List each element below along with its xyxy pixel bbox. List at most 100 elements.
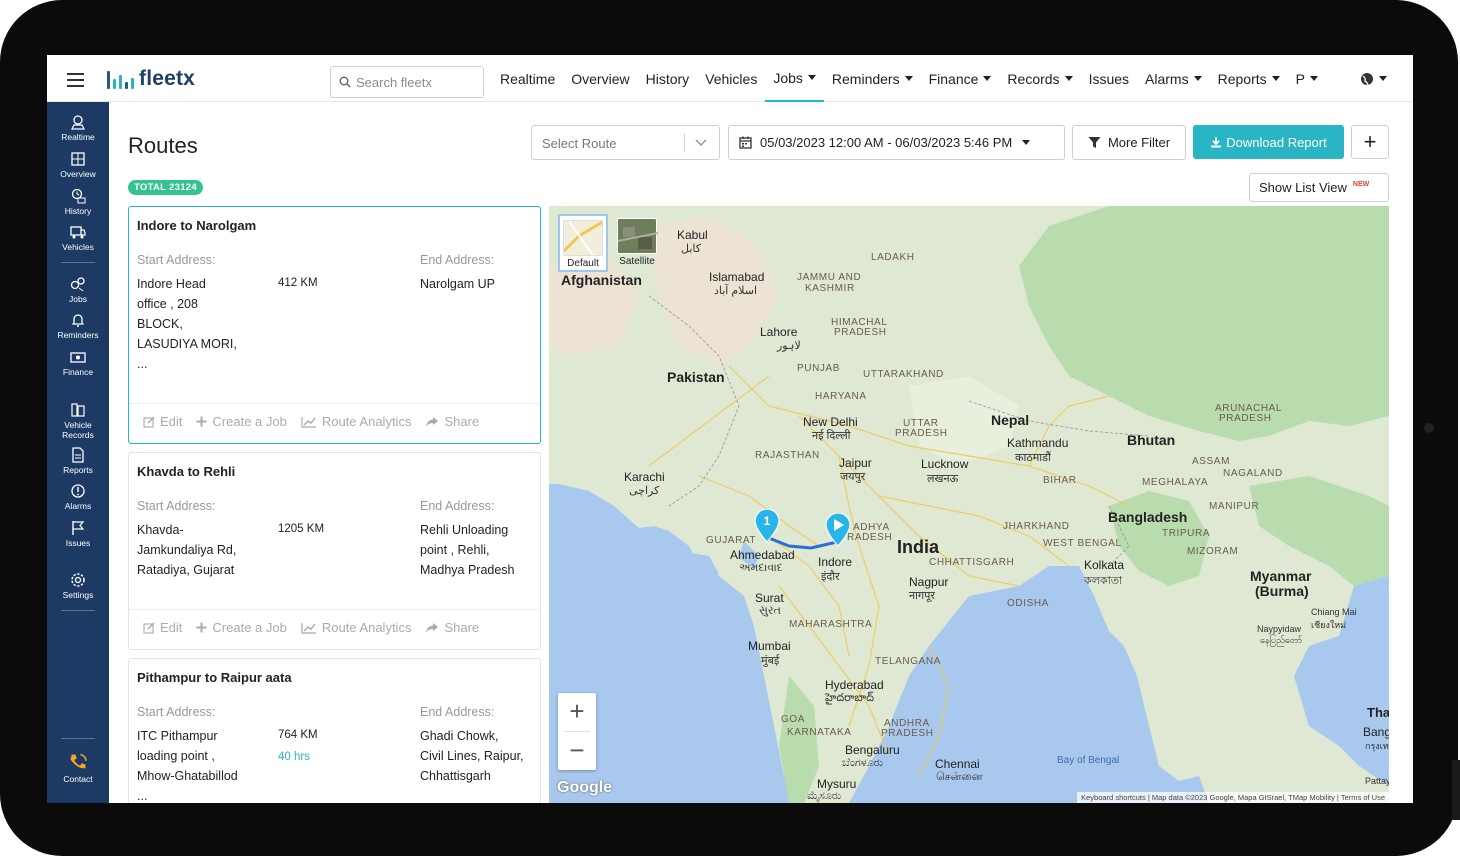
sidebar-item-reminders[interactable]: Reminders (47, 312, 109, 340)
calendar-icon (739, 136, 752, 149)
zoom-out-button[interactable]: − (558, 732, 596, 770)
sidebar-item-overview[interactable]: Overview (47, 151, 109, 179)
add-route-button[interactable]: + (1351, 125, 1389, 159)
nav-issues[interactable]: Issues (1081, 55, 1137, 102)
sidebar-item-vehicle-records[interactable]: Vehicle Records (47, 402, 109, 440)
sidebar-divider (61, 262, 95, 263)
share-icon (426, 622, 439, 633)
route-analytics-button[interactable]: Route Analytics (301, 620, 411, 635)
edit-route-label: Edit (160, 414, 183, 429)
start-address-label: Start Address: (137, 499, 216, 513)
map-label-pradesh-ar: PRADESH (1219, 413, 1272, 424)
map-label-goa: GOA (781, 714, 806, 725)
map-label-kolkata-local: কলকাতা (1084, 575, 1123, 587)
map-attribution[interactable]: Keyboard shortcuts | Map data ©2023 Goog… (1077, 792, 1389, 803)
sidebar-item-jobs[interactable]: Jobs (47, 276, 109, 304)
route-title: Pithampur to Raipur aata (137, 670, 292, 685)
map-label-surat-local: સુરત (759, 605, 781, 617)
sidebar-item-label: Realtime (61, 132, 95, 142)
edit-icon (143, 622, 155, 634)
map-label-indore-local: इंदौर (821, 571, 840, 583)
nav-records[interactable]: Records (999, 55, 1080, 102)
nav-finance[interactable]: Finance (921, 55, 1000, 102)
route-distance: 412 KM (278, 277, 318, 289)
nav-vehicles[interactable]: Vehicles (697, 55, 765, 102)
show-list-view-button[interactable]: Show List View NEW (1249, 173, 1389, 202)
share-route-button[interactable]: Share (425, 414, 479, 429)
nav-overview[interactable]: Overview (563, 55, 637, 102)
route-analytics-button[interactable]: Route Analytics (301, 414, 411, 429)
map-label-manipur: MANIPUR (1209, 501, 1260, 512)
sidebar-item-label: History (64, 206, 92, 216)
nav-realtime[interactable]: Realtime (492, 55, 563, 102)
flag-icon (72, 521, 85, 535)
route-card[interactable]: Indore to Narolgam Start Address: End Addr… (128, 206, 541, 444)
chevron-down-icon (1309, 76, 1318, 81)
map-type-satellite[interactable]: Satellite (612, 214, 662, 272)
sidebar-item-realtime[interactable]: Realtime (47, 114, 109, 142)
zoom-in-button[interactable]: + (558, 693, 596, 731)
sidebar-item-issues[interactable]: Issues (47, 520, 109, 548)
nav-alarms[interactable]: Alarms (1137, 55, 1210, 102)
search-input[interactable] (356, 74, 476, 90)
sidebar-item-contact[interactable]: Contact (47, 752, 109, 784)
end-address-label: End Address: (420, 253, 495, 267)
sidebar-item-history[interactable]: History (47, 188, 109, 216)
route-start-pin[interactable]: 1 (754, 509, 780, 543)
sidebar-item-label: Reminders (57, 330, 99, 340)
create-job-button[interactable]: Create a Job (196, 414, 287, 429)
select-route-dropdown[interactable]: Select Route (531, 125, 720, 160)
more-filter-label: More Filter (1107, 135, 1171, 150)
satellite-map-thumbnail (617, 218, 659, 254)
nav-jobs[interactable]: Jobs (765, 55, 824, 102)
routes-list[interactable]: Indore to Narolgam Start Address: End Addr… (128, 206, 541, 803)
sidebar-item-alarms[interactable]: Alarms (47, 483, 109, 511)
sidebar-item-settings[interactable]: Settings (47, 572, 109, 600)
map-label-bay: Bay of Bengal (1057, 755, 1120, 766)
sidebar-item-finance[interactable]: Finance (47, 349, 109, 377)
nav-label: Reports (1217, 70, 1267, 87)
map-type-default[interactable]: Default (558, 214, 608, 272)
route-end-pin[interactable] (825, 513, 851, 547)
share-route-button[interactable]: Share (425, 620, 479, 635)
sidebar-item-label: Contact (63, 774, 93, 784)
nav-reminders[interactable]: Reminders (824, 55, 921, 102)
route-distance: 764 KM (278, 729, 318, 741)
map-label-pradesh-hp: PRADESH (834, 327, 887, 338)
edit-route-button[interactable]: Edit (143, 414, 182, 429)
sidebar-item-vehicles[interactable]: Vehicles (47, 224, 109, 252)
map-label-islamabad-local: اسلام آباد (714, 285, 758, 297)
hamburger-menu-icon[interactable] (67, 73, 84, 87)
search-box[interactable] (330, 66, 484, 98)
fleetx-logo[interactable]: fleetx (105, 67, 195, 91)
show-list-view-label: Show List View (1259, 180, 1347, 195)
route-card[interactable]: Pithampur to Raipur aata Start Address: En… (128, 658, 541, 803)
map-label-chiang-local: เชียงใหม่ (1311, 620, 1347, 630)
sidebar-item-reports[interactable]: Reports (47, 447, 109, 475)
nav-p[interactable]: P (1288, 55, 1326, 102)
map-label-uttarakhand: UTTARAKHAND (863, 369, 944, 380)
alarm-icon (71, 484, 85, 498)
filter-icon (1088, 137, 1101, 148)
edit-route-button[interactable]: Edit (143, 620, 182, 635)
app-screen: fleetx Realtime Overview History Vehicles Jo… (47, 55, 1413, 803)
user-menu[interactable] (1352, 55, 1395, 102)
chevron-down-icon (807, 75, 816, 80)
route-actions: Edit Create a Job Route Analytics Share (129, 403, 540, 439)
map-label-punjab: PUNJAB (797, 363, 841, 374)
create-job-label: Create a Job (212, 620, 287, 635)
create-job-button[interactable]: Create a Job (196, 620, 287, 635)
map-label-jaipur: Jaipur (839, 456, 872, 470)
main-nav: Realtime Overview History Vehicles Jobs Remin… (492, 55, 1326, 102)
end-address-label: End Address: (420, 499, 495, 513)
line-chart-icon (301, 416, 316, 428)
date-range-picker[interactable]: 05/03/2023 12:00 AM - 06/03/2023 5:46 PM (728, 125, 1065, 160)
route-card[interactable]: Khavda to Rehli Start Address: End Address… (128, 452, 541, 650)
more-filter-button[interactable]: More Filter (1072, 125, 1186, 160)
nav-reports[interactable]: Reports (1210, 55, 1288, 102)
nav-history[interactable]: History (638, 55, 698, 102)
routes-map[interactable]: Kabul کابل Afghanistan LADAKH Islamabad اسلام… (549, 206, 1389, 803)
gear-icon (71, 573, 85, 587)
download-report-button[interactable]: Download Report (1193, 125, 1344, 159)
map-label-lucknow: Lucknow (921, 457, 969, 471)
